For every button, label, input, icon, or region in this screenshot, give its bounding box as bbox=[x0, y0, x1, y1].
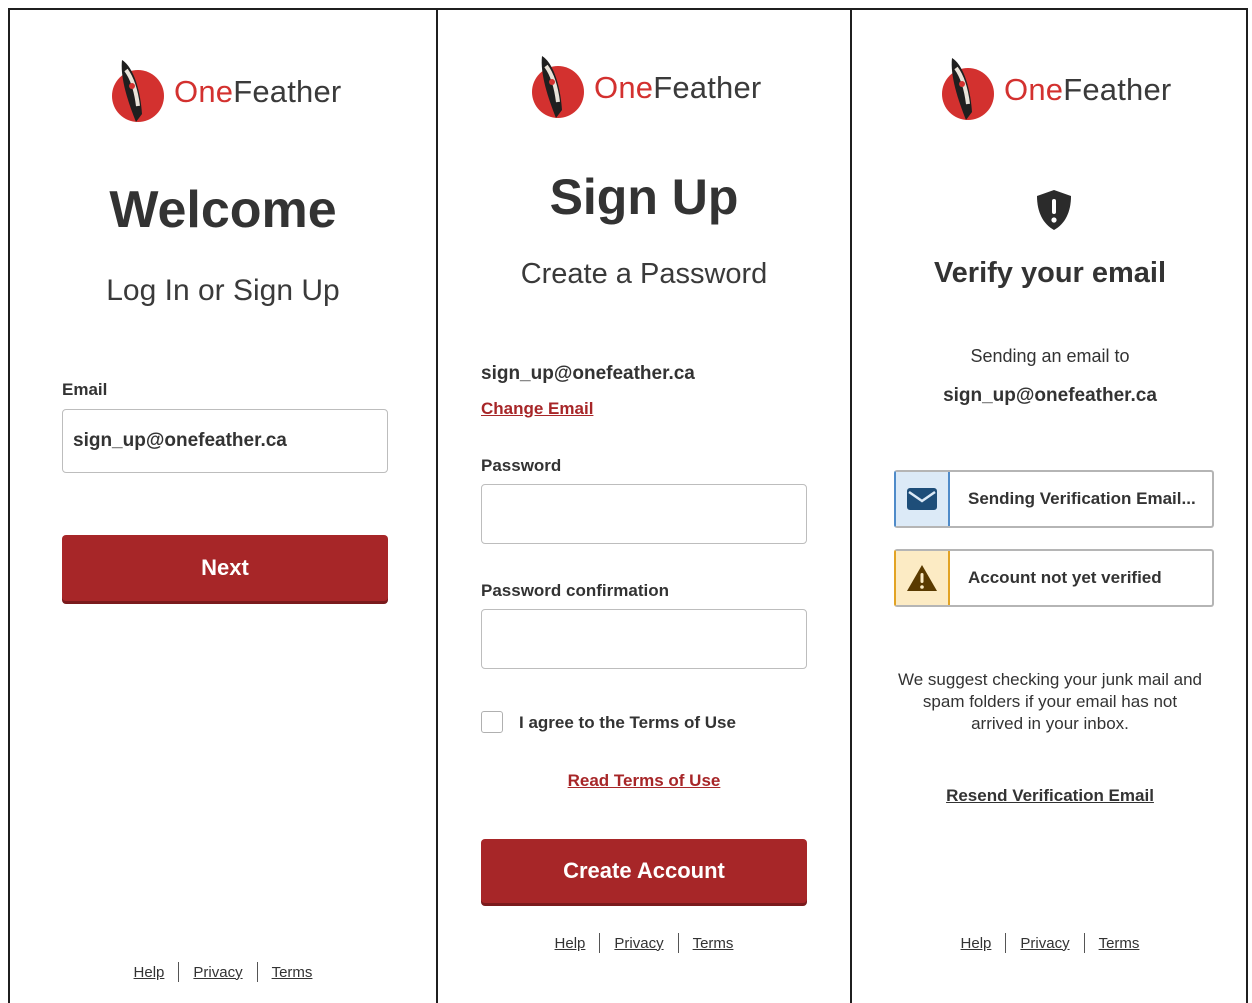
password-confirm-label: Password confirmation bbox=[481, 581, 669, 600]
password-confirm-input[interactable] bbox=[481, 609, 807, 669]
warning-icon bbox=[907, 565, 937, 591]
create-account-button[interactable]: Create Account bbox=[481, 839, 807, 903]
next-button[interactable]: Next bbox=[62, 535, 388, 601]
terms-checkbox[interactable] bbox=[481, 711, 503, 733]
brand-name: OneFeather bbox=[594, 70, 762, 105]
help-link[interactable]: Help bbox=[120, 964, 179, 981]
page-title: Sign Up bbox=[549, 169, 739, 225]
brand-logo: OneFeather bbox=[938, 54, 1171, 126]
signup-screen: OneFeather Sign Up Create a Password sig… bbox=[438, 10, 850, 1003]
terms-link[interactable]: Terms bbox=[679, 935, 748, 952]
help-link[interactable]: Help bbox=[541, 935, 600, 952]
welcome-screen: OneFeather Welcome Log In or Sign Up Ema… bbox=[10, 10, 436, 1003]
footer-links: Help Privacy Terms bbox=[852, 933, 1248, 953]
footer-links: Help Privacy Terms bbox=[10, 962, 436, 982]
brand-name: OneFeather bbox=[174, 74, 342, 109]
sending-to-text: Sending an email to bbox=[970, 346, 1130, 366]
feather-logo-icon bbox=[532, 56, 584, 118]
brand-logo: OneFeather bbox=[528, 52, 761, 124]
terms-link[interactable]: Terms bbox=[258, 964, 327, 981]
signup-email: sign_up@onefeather.ca bbox=[481, 363, 695, 384]
change-email-link[interactable]: Change Email bbox=[481, 399, 593, 419]
privacy-link[interactable]: Privacy bbox=[179, 964, 256, 981]
terms-link[interactable]: Terms bbox=[1085, 935, 1154, 952]
email-input[interactable] bbox=[62, 409, 388, 473]
suggest-text-line-2: spam folders if your email has not bbox=[922, 692, 1178, 711]
terms-checkbox-label: I agree to the Terms of Use bbox=[519, 713, 736, 732]
email-label: Email bbox=[62, 380, 108, 399]
help-link[interactable]: Help bbox=[947, 935, 1006, 952]
shield-alert-icon bbox=[1037, 190, 1071, 230]
brand-logo: OneFeather bbox=[108, 56, 341, 128]
suggest-text-line-1: We suggest checking your junk mail and bbox=[898, 670, 1202, 689]
privacy-link[interactable]: Privacy bbox=[1006, 935, 1083, 952]
sending-status-text: Sending Verification Email... bbox=[968, 489, 1196, 508]
envelope-icon bbox=[907, 488, 937, 510]
sending-status-alert: Sending Verification Email... bbox=[894, 470, 1214, 528]
envelope-icon-box bbox=[896, 472, 950, 526]
unverified-status-alert: Account not yet verified bbox=[894, 549, 1214, 607]
suggest-text-line-3: arrived in your inbox. bbox=[971, 714, 1129, 733]
unverified-status-text: Account not yet verified bbox=[968, 568, 1162, 587]
privacy-link[interactable]: Privacy bbox=[600, 935, 677, 952]
brand-name: OneFeather bbox=[1004, 72, 1172, 107]
page-subtitle: Log In or Sign Up bbox=[106, 274, 340, 307]
password-label: Password bbox=[481, 456, 562, 475]
page-title: Verify your email bbox=[933, 257, 1167, 289]
password-input[interactable] bbox=[481, 484, 807, 544]
page-title: Welcome bbox=[109, 181, 337, 239]
feather-logo-icon bbox=[942, 58, 994, 120]
page-subtitle: Create a Password bbox=[520, 258, 768, 290]
verify-screen: OneFeather Verify your email Sending an … bbox=[852, 10, 1248, 1003]
feather-logo-icon bbox=[112, 60, 164, 122]
read-terms-link[interactable]: Read Terms of Use bbox=[568, 771, 721, 790]
resend-verification-link[interactable]: Resend Verification Email bbox=[946, 786, 1154, 805]
warning-icon-box bbox=[896, 551, 950, 605]
footer-links: Help Privacy Terms bbox=[438, 933, 850, 953]
verify-email: sign_up@onefeather.ca bbox=[943, 385, 1157, 406]
